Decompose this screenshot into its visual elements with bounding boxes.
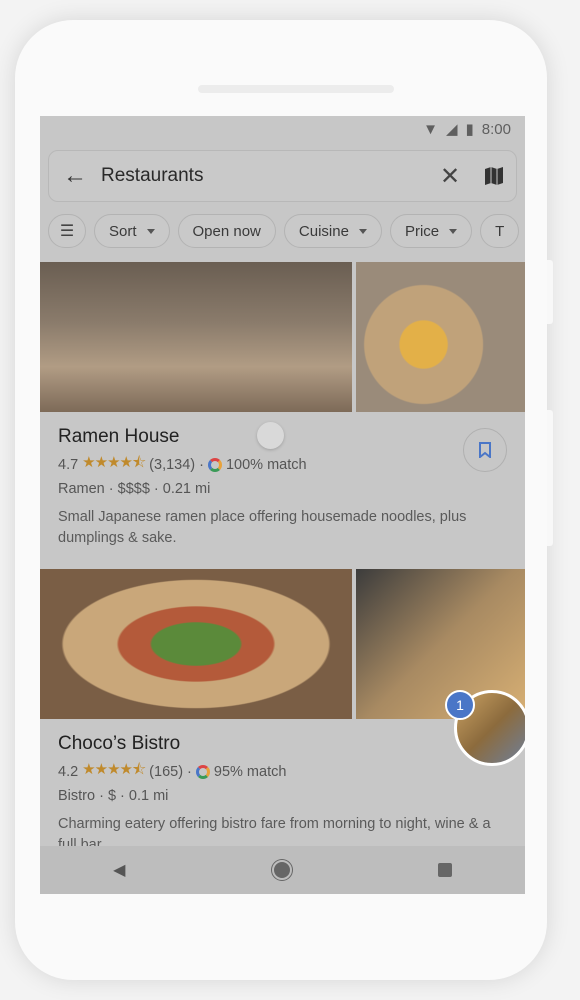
star-rating: ★★★★⯪ <box>82 454 146 471</box>
result-details: Bistro · $ · 0.1 mi <box>58 788 169 804</box>
review-count: (165) <box>149 763 184 780</box>
chip-sort[interactable]: Sort <box>94 214 170 248</box>
photo-ramen-bowls[interactable] <box>40 262 352 412</box>
result-name[interactable]: Choco’s Bistro <box>58 733 507 755</box>
chip-open-now[interactable]: Open now <box>177 214 276 248</box>
chip-label: T <box>495 222 505 240</box>
photo-strip[interactable] <box>40 262 525 412</box>
result-description: Small Japanese ramen place offering hous… <box>58 509 467 546</box>
touch-indicator <box>257 422 284 449</box>
status-time: 8:00 <box>481 120 511 138</box>
chip-cuisine[interactable]: Cuisine <box>283 214 382 248</box>
search-bar[interactable]: ← Restaurants ✕ <box>48 150 517 202</box>
bookmark-icon <box>479 442 491 458</box>
screen: ▼ ◢ ▮ 8:00 ← Restaurants ✕ ☰ Sort Open n… <box>40 116 525 894</box>
match-icon <box>207 457 222 472</box>
map-icon[interactable] <box>472 165 516 187</box>
dropdown-caret-icon <box>146 228 155 234</box>
match-score: 95% match <box>213 763 287 780</box>
status-bar: ▼ ◢ ▮ 8:00 <box>40 116 525 142</box>
power-button <box>547 410 553 546</box>
count-badge: 1 <box>445 690 475 720</box>
chip-price[interactable]: Price <box>389 214 473 248</box>
chip-label: Cuisine <box>298 222 349 240</box>
nav-bar: ◀ <box>40 846 525 894</box>
separator: · <box>199 456 204 473</box>
star-rating: ★★★★⯪ <box>82 761 146 778</box>
result-details: Ramen · $$$$ · 0.21 mi <box>58 481 211 497</box>
volume-button <box>547 260 553 324</box>
back-arrow-icon[interactable]: ← <box>49 162 101 190</box>
rating-value: 4.7 <box>58 456 79 473</box>
chip-label: Sort <box>109 222 137 240</box>
chip-label: Price <box>404 222 440 240</box>
dropdown-caret-icon <box>358 228 367 234</box>
chip-more[interactable]: T <box>480 214 520 248</box>
chip-label: Open now <box>192 222 261 240</box>
match-score: 100% match <box>225 456 307 473</box>
result-card[interactable]: Choco’s Bistro 4.2 ★★★★⯪ (165) · 95% mat… <box>40 569 525 870</box>
separator: · <box>187 763 192 780</box>
review-count: (3,134) <box>149 456 196 473</box>
dropdown-caret-icon <box>449 228 458 234</box>
nav-recents-icon[interactable] <box>437 863 452 877</box>
wifi-icon: ▼ <box>423 120 438 138</box>
tune-icon: ☰ <box>59 223 75 240</box>
nav-home-icon[interactable] <box>271 860 292 880</box>
search-query[interactable]: Restaurants <box>101 165 428 187</box>
rating-value: 4.2 <box>58 763 79 780</box>
rating-row: 4.2 ★★★★⯪ (165) · 95% match <box>58 759 507 784</box>
filter-chips: ☰ Sort Open now Cuisine Price T <box>48 214 520 248</box>
battery-icon: ▮ <box>465 121 474 138</box>
result-card[interactable]: Ramen House 4.7 ★★★★⯪ (3,134) · 100% mat… <box>40 262 525 563</box>
nav-back-icon[interactable]: ◀ <box>113 860 125 880</box>
clear-icon[interactable]: ✕ <box>428 162 472 191</box>
save-button[interactable] <box>463 428 507 472</box>
rating-row: 4.7 ★★★★⯪ (3,134) · 100% match <box>58 452 507 477</box>
match-icon <box>195 764 210 779</box>
signal-icon: ◢ <box>445 121 458 138</box>
phone-speaker <box>198 85 394 93</box>
photo-ramen-closeup[interactable] <box>356 262 525 412</box>
photo-sandwich[interactable] <box>40 569 352 719</box>
filter-settings-button[interactable]: ☰ <box>48 214 86 248</box>
